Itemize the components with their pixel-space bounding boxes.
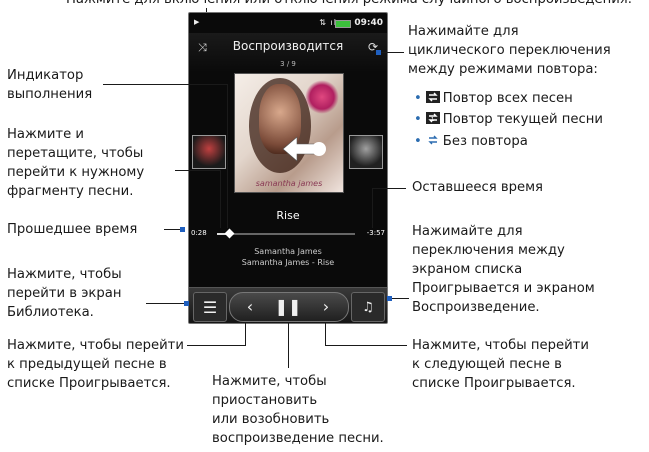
leader-now-playing <box>391 298 409 299</box>
page-title: Воспроизводится <box>232 39 344 53</box>
repeat-all-icon <box>425 91 440 103</box>
previous-album-thumb[interactable] <box>192 135 226 169</box>
list-icon: ☰ <box>202 297 218 317</box>
leader-progress <box>103 84 227 85</box>
album-caption: samantha james <box>255 179 323 188</box>
repeat-one-icon: 1 <box>425 112 440 124</box>
leader-end <box>184 301 189 306</box>
leader-library <box>146 303 186 304</box>
leader-repeat <box>380 52 404 53</box>
leader-next <box>325 345 407 346</box>
artist-name: Samantha James <box>254 247 322 256</box>
repeat-off-icon <box>428 135 438 145</box>
annotation-library: Нажмите, чтобы перейти в экран Библиотек… <box>7 267 122 320</box>
repeat-mode-all: • Повтор всех песен <box>414 89 573 108</box>
annotation-remaining: Оставшееся время <box>412 180 543 195</box>
remaining-time: -3:57 <box>366 229 385 237</box>
track-counter: 3 / 9 <box>280 60 296 68</box>
chevron-left-icon: ‹ <box>246 296 254 316</box>
repeat-mode-one: • 1 Повтор текущей песни <box>414 110 603 129</box>
bullet: • <box>414 134 422 149</box>
phone-screen: ▶ ⇅ ıl 09:40 ⤨ Воспроизводится 3 / 9 ⟳ s… <box>188 12 388 324</box>
album-line: Samantha James - Rise <box>241 258 335 267</box>
chevron-right-icon: › <box>322 296 330 316</box>
elapsed-time: 0:28 <box>191 229 207 237</box>
leader-remaining <box>372 188 406 189</box>
next-button[interactable]: › <box>309 292 343 320</box>
annotation-now-playing: Нажимайте для переключения между экраном… <box>412 224 595 315</box>
annotation-previous: Нажмите, чтобы перейти к предыдущей песн… <box>7 338 184 391</box>
annotation-next: Нажмите, чтобы перейти к следующей песне… <box>412 338 589 391</box>
playback-controls: ☰ ‹ ❚❚ › ♫ <box>189 287 387 323</box>
leader-drag <box>175 170 221 171</box>
bullet: • <box>414 91 422 106</box>
album-art-flower <box>305 80 339 114</box>
leader-previous-v <box>245 322 246 346</box>
progress-track[interactable] <box>217 228 355 239</box>
swipe-arrow-icon <box>282 136 326 162</box>
status-time: 09:40 <box>354 18 383 28</box>
annotation-shuffle: Нажмите для включения или отключения реж… <box>66 0 632 9</box>
now-playing-button[interactable]: ♫ <box>351 292 385 322</box>
status-bar: ▶ ⇅ ıl 09:40 <box>189 13 387 33</box>
pause-icon: ❚❚ <box>274 296 302 316</box>
leader-remaining-v <box>372 188 373 228</box>
repeat-all-label: Повтор всех песен <box>442 91 573 106</box>
leader-play <box>288 322 289 368</box>
notification-icon: ▶ <box>194 18 200 26</box>
library-button[interactable]: ☰ <box>193 292 227 322</box>
svg-text:1: 1 <box>431 117 434 123</box>
bullet: • <box>414 112 422 127</box>
leader-progress-v <box>227 84 228 228</box>
annotation-elapsed: Прошедшее время <box>7 222 138 237</box>
leader-next-v <box>325 322 326 346</box>
previous-button[interactable]: ‹ <box>233 292 267 320</box>
battery-icon <box>335 20 351 28</box>
leader-end <box>376 50 381 55</box>
title-bar: ⤨ Воспроизводится 3 / 9 ⟳ <box>189 33 387 73</box>
leader-drag-v <box>220 170 221 228</box>
annotation-play-pause: Нажмите, чтобы приостановить или возобно… <box>212 374 384 446</box>
annotation-repeat: Нажимайте для циклического переключения … <box>408 24 611 77</box>
next-album-thumb[interactable] <box>349 135 383 169</box>
song-title: Rise <box>276 209 300 222</box>
leader-end <box>180 227 185 232</box>
progress-handle[interactable] <box>224 228 235 239</box>
music-note-icon: ♫ <box>362 299 374 315</box>
play-pause-button[interactable]: ❚❚ <box>271 292 305 320</box>
repeat-mode-off: • Без повтора <box>414 132 528 151</box>
annotation-progress-indicator: Индикатор выполнения <box>7 68 93 102</box>
album-art: samantha james <box>234 73 344 193</box>
annotation-drag-hint: Нажмите и перетащите, чтобы перейти к ну… <box>7 127 145 199</box>
leader-end <box>387 296 392 301</box>
repeat-one-label: Повтор текущей песни <box>442 112 603 127</box>
repeat-off-label: Без повтора <box>442 134 528 149</box>
leader-previous <box>187 345 245 346</box>
progress-bar[interactable]: 0:28 -3:57 <box>191 228 385 241</box>
